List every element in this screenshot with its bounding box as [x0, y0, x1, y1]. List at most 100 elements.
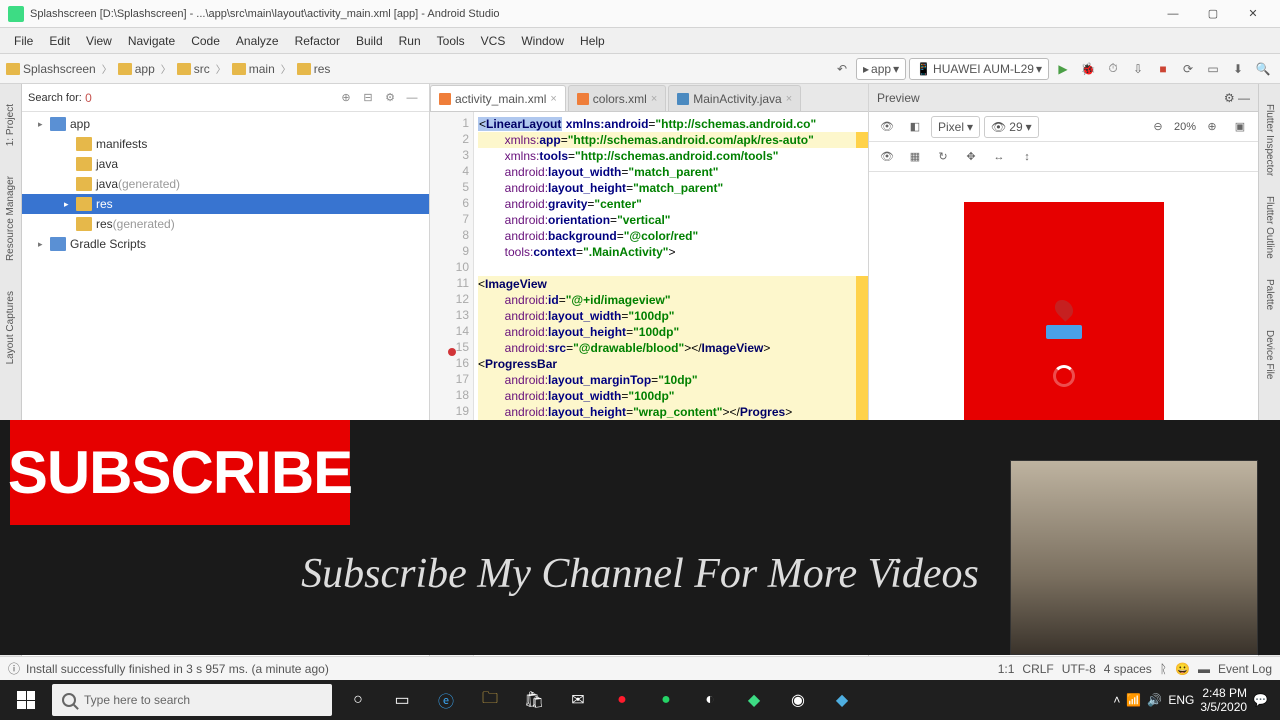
device-selector[interactable]: 📱HUAWEI AUM-L29▾ [909, 58, 1049, 80]
taskbar-search[interactable]: Type here to search [52, 684, 332, 716]
tool-device-file[interactable]: Device File [1264, 330, 1275, 379]
tree-node-manifests[interactable]: manifests [22, 134, 429, 154]
event-log-link[interactable]: Event Log [1218, 662, 1272, 676]
tool-flutter-outline[interactable]: Flutter Outline [1264, 196, 1275, 259]
preview-hide-icon[interactable]: — [1238, 91, 1250, 105]
system-tray[interactable]: ˄ 📶 🔊 ENG 2:48 PM3/5/2020 💬 [1105, 686, 1276, 715]
close-icon[interactable]: × [786, 93, 792, 105]
expand-v-icon[interactable]: ↕ [1015, 146, 1039, 168]
menu-edit[interactable]: Edit [41, 31, 78, 51]
search-everywhere-icon[interactable]: 🔍 [1252, 58, 1274, 80]
volume-icon[interactable]: 🔊 [1147, 693, 1162, 707]
indent-indicator[interactable]: 4 spaces [1104, 662, 1152, 676]
tree-node-java[interactable]: java [22, 154, 429, 174]
edge-icon[interactable]: ⓔ [424, 680, 468, 720]
chrome-icon[interactable]: ◉ [776, 680, 820, 720]
tool-palette[interactable]: Palette [1264, 279, 1275, 310]
menu-window[interactable]: Window [513, 31, 572, 51]
zoom-in-icon[interactable]: ⊕ [1200, 116, 1224, 138]
collapse-all-icon[interactable]: ⊟ [357, 87, 379, 109]
run-config-app[interactable]: ▸app▾ [856, 58, 906, 80]
tray-chevron-icon[interactable]: ˄ [1113, 693, 1120, 707]
menu-navigate[interactable]: Navigate [120, 31, 183, 51]
memory-indicator[interactable]: ▬ [1198, 662, 1210, 676]
menu-build[interactable]: Build [348, 31, 391, 51]
line-separator[interactable]: CRLF [1022, 662, 1053, 676]
opera-icon[interactable]: ● [600, 680, 644, 720]
hide-panel-icon[interactable]: — [401, 87, 423, 109]
start-button[interactable] [4, 680, 48, 720]
blueprint-icon[interactable]: ▦ [903, 146, 927, 168]
language-indicator[interactable]: ENG [1168, 693, 1194, 707]
stop-button[interactable]: ■ [1152, 58, 1174, 80]
sync-gradle-icon[interactable]: ⟳ [1177, 58, 1199, 80]
file-explorer-icon[interactable]: 🗀 [468, 680, 512, 720]
breadcrumb-res[interactable]: res [297, 62, 331, 76]
menu-refactor[interactable]: Refactor [287, 31, 348, 51]
minimize-button[interactable]: — [1154, 3, 1192, 25]
editor-tab-colors-xml[interactable]: colors.xml× [568, 85, 666, 111]
menu-code[interactable]: Code [183, 31, 228, 51]
tree-node-res[interactable]: res (generated) [22, 214, 429, 234]
tool-1-project[interactable]: 1: Project [5, 104, 16, 146]
task-view-icon[interactable]: ▭ [380, 680, 424, 720]
avd-manager-icon[interactable]: ▭ [1202, 58, 1224, 80]
breadcrumb-splashscreen[interactable]: Splashscreen [6, 62, 96, 76]
network-icon[interactable]: 📶 [1126, 693, 1141, 707]
clock[interactable]: 2:48 PM3/5/2020 [1200, 686, 1247, 715]
subscribe-button-overlay[interactable]: SUBSCRIBE [10, 420, 350, 525]
tool-layout-captures[interactable]: Layout Captures [5, 291, 16, 364]
breadcrumb-main[interactable]: main [232, 62, 275, 76]
menu-run[interactable]: Run [391, 31, 429, 51]
breadcrumb-src[interactable]: src [177, 62, 210, 76]
orientation-icon[interactable]: ◧ [903, 116, 927, 138]
api-dropdown[interactable]: 👁29▾ [984, 116, 1039, 138]
sdk-manager-icon[interactable]: ⬇ [1227, 58, 1249, 80]
store-icon[interactable]: 🛍 [512, 680, 556, 720]
mail-icon[interactable]: ✉ [556, 680, 600, 720]
eye-icon[interactable]: 👁 [875, 146, 899, 168]
file-encoding[interactable]: UTF-8 [1062, 662, 1096, 676]
run-button[interactable]: ▶ [1052, 58, 1074, 80]
preview-settings-icon[interactable]: ⚙ [1224, 91, 1235, 105]
attach-debugger-icon[interactable]: ⇩ [1127, 58, 1149, 80]
close-icon[interactable]: × [550, 93, 556, 105]
editor-tab-mainactivity-java[interactable]: MainActivity.java× [668, 85, 801, 111]
tree-node-gradle-scripts[interactable]: ▸Gradle Scripts [22, 234, 429, 254]
app-icon-2[interactable]: ◆ [820, 680, 864, 720]
view-mode-icon[interactable]: 👁 [875, 116, 899, 138]
menu-help[interactable]: Help [572, 31, 613, 51]
profile-button[interactable]: ⏱ [1102, 58, 1124, 80]
close-icon[interactable]: × [651, 93, 657, 105]
tool-flutter-inspector[interactable]: Flutter Inspector [1264, 104, 1275, 176]
whatsapp-icon[interactable]: ● [644, 680, 688, 720]
app-icon-1[interactable]: ◐ [688, 680, 732, 720]
tree-node-res[interactable]: ▸res [22, 194, 429, 214]
tree-node-app[interactable]: ▸app [22, 114, 429, 134]
menu-vcs[interactable]: VCS [473, 31, 514, 51]
menu-analyze[interactable]: Analyze [228, 31, 287, 51]
zoom-fit-icon[interactable]: ▣ [1228, 116, 1252, 138]
cortana-icon[interactable]: ○ [336, 680, 380, 720]
zoom-out-icon[interactable]: ⊖ [1146, 116, 1170, 138]
locate-icon[interactable]: ⊕ [335, 87, 357, 109]
menu-view[interactable]: View [78, 31, 120, 51]
notification-icon[interactable]: 💬 [1253, 693, 1268, 707]
pan-icon[interactable]: ✥ [959, 146, 983, 168]
maximize-button[interactable]: ▢ [1194, 3, 1232, 25]
breadcrumb-app[interactable]: app [118, 62, 155, 76]
git-branch-icon[interactable]: ᚱ [1160, 662, 1167, 676]
debug-button[interactable]: 🐞 [1077, 58, 1099, 80]
editor-tab-activity_main-xml[interactable]: activity_main.xml× [430, 85, 566, 111]
menu-tools[interactable]: Tools [429, 31, 473, 51]
device-dropdown[interactable]: Pixel▾ [931, 116, 980, 138]
tree-node-java[interactable]: java (generated) [22, 174, 429, 194]
close-button[interactable]: ✕ [1234, 3, 1272, 25]
android-studio-taskbar-icon[interactable]: ◆ [732, 680, 776, 720]
settings-icon[interactable]: ⚙ [379, 87, 401, 109]
expand-h-icon[interactable]: ↔ [987, 146, 1011, 168]
tool-resource-manager[interactable]: Resource Manager [5, 176, 16, 261]
refresh-icon[interactable]: ↻ [931, 146, 955, 168]
undo-icon[interactable]: ↶ [831, 58, 853, 80]
menu-file[interactable]: File [6, 31, 41, 51]
